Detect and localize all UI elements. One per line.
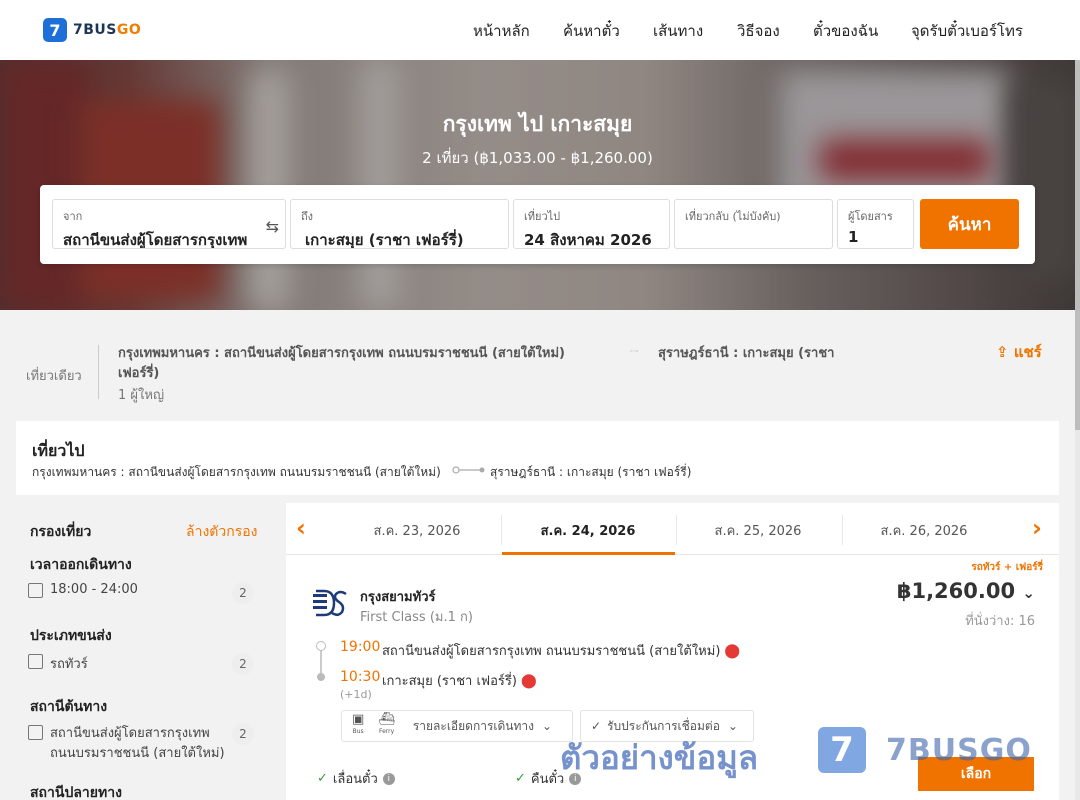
nav-how-to-book[interactable]: วิธีจอง bbox=[737, 19, 780, 43]
chevron-down-icon: ⌄ bbox=[542, 719, 553, 733]
depart-date-field[interactable]: เที่ยวไป 24 สิงหาคม 2026 bbox=[513, 199, 670, 249]
nav-my-tickets[interactable]: ตั๋วของฉัน bbox=[813, 19, 878, 43]
count-badge: 2 bbox=[232, 582, 254, 604]
date-tab[interactable]: ส.ค. 23, 2026 bbox=[332, 520, 502, 541]
chevron-down-icon: ⌄ bbox=[1022, 584, 1035, 602]
logo-mark: 7 bbox=[43, 18, 67, 42]
brand-logo[interactable]: 7 7BUSGO bbox=[43, 18, 141, 42]
outbound-header: เที่ยวไป กรุงเทพมหานคร : สถานีขนส่งผู้โด… bbox=[16, 421, 1059, 495]
trip-details-toggle[interactable]: ▣ Bus ⛴ Ferry รายละเอียดการเดินทาง ⌄ bbox=[341, 710, 573, 742]
chevron-left-icon[interactable]: ‹ bbox=[296, 514, 306, 542]
summary-destination-cont: เฟอร์รี่) bbox=[118, 366, 160, 381]
check-icon: ✓ bbox=[591, 719, 602, 733]
filter-title: กรองเที่ยว bbox=[30, 524, 92, 540]
date-selector: ‹ ส.ค. 23, 2026 ส.ค. 24, 2026 ส.ค. 25, 2… bbox=[286, 503, 1059, 555]
date-tab[interactable]: ส.ค. 25, 2026 bbox=[673, 520, 843, 541]
summary-destination: สุราษฎร์ธานี : เกาะสมุย (ราชา bbox=[658, 346, 835, 361]
share-icon: ⇪ bbox=[996, 343, 1009, 361]
info-icon[interactable]: i bbox=[569, 772, 582, 785]
search-form: จาก สถานีขนส่งผู้โดยสารกรุงเทพ ⇆ ถึง เกา… bbox=[40, 185, 1035, 264]
departure-time: 19:00 bbox=[340, 639, 381, 655]
filter-group-origin-station: สถานีต้นทาง bbox=[30, 699, 108, 715]
select-trip-button[interactable]: เลือก bbox=[918, 757, 1034, 791]
checkbox[interactable] bbox=[28, 725, 43, 740]
passenger-summary: 1 ผู้ใหญ่ bbox=[118, 388, 165, 403]
scrollbar-thumb[interactable] bbox=[1075, 30, 1080, 430]
checkbox[interactable] bbox=[28, 583, 43, 598]
filter-option-bus[interactable]: รถทัวร์ bbox=[28, 653, 88, 674]
checkbox[interactable] bbox=[28, 654, 43, 669]
operator-logo-icon bbox=[313, 589, 347, 617]
operator-name: กรุงสยามทัวร์ bbox=[360, 590, 436, 605]
check-icon: ✓ bbox=[317, 771, 328, 786]
map-pin-icon: ⬤ bbox=[724, 643, 741, 659]
seats-available: ที่นั่งว่าง: 16 bbox=[965, 614, 1035, 629]
date-tab[interactable]: ส.ค. 26, 2026 bbox=[839, 520, 1009, 541]
price-dropdown[interactable]: ฿1,260.00 ⌄ bbox=[897, 579, 1035, 603]
clear-filters-link[interactable]: ล้างตัวกรอง bbox=[186, 521, 257, 543]
count-badge: 2 bbox=[232, 653, 254, 675]
summary-origin: กรุงเทพมหานคร : สถานีขนส่งผู้โดยสารกรุงเ… bbox=[118, 346, 565, 361]
map-pin-icon: ⬤ bbox=[520, 673, 537, 689]
from-field[interactable]: จาก สถานีขนส่งผู้โดยสารกรุงเทพ ⇆ bbox=[52, 199, 286, 249]
bus-icon: ▣ Bus bbox=[352, 712, 365, 735]
top-header: 7 7BUSGO หน้าหลัก ค้นหาตั๋ว เส้นทาง วิธี… bbox=[0, 0, 1080, 60]
route-connector-icon bbox=[629, 350, 638, 352]
filter-option-time[interactable]: 18:00 - 24:00 bbox=[28, 582, 138, 598]
seat-class: First Class (ม.1 ก) bbox=[360, 610, 473, 625]
page-title: กรุงเทพ ไป เกาะสมุย bbox=[442, 112, 633, 136]
filter-group-destination-station: สถานีปลายทาง bbox=[30, 785, 122, 800]
info-icon[interactable]: i bbox=[382, 772, 395, 785]
next-day-label: (+1d) bbox=[340, 688, 372, 701]
check-icon: ✓ bbox=[515, 771, 526, 786]
count-badge: 2 bbox=[232, 723, 254, 745]
date-tab-active[interactable]: ส.ค. 24, 2026 bbox=[503, 520, 673, 541]
chevron-right-icon[interactable]: › bbox=[1032, 514, 1042, 542]
nav-home[interactable]: หน้าหลัก bbox=[473, 19, 530, 43]
transport-tag: รถทัวร์ + เฟอร์รี่ bbox=[971, 562, 1043, 573]
trip-summary: เที่ยวเดียว กรุงเทพมหานคร : สถานีขนส่งผู… bbox=[0, 310, 1075, 420]
nav-search-tickets[interactable]: ค้นหาตั๋ว bbox=[563, 19, 620, 43]
arrival-time: 10:30 bbox=[340, 669, 381, 685]
share-button[interactable]: ⇪ แชร์ bbox=[996, 340, 1042, 364]
to-field[interactable]: ถึง เกาะสมุย (ราชา เฟอร์รี่) bbox=[290, 199, 509, 249]
ferry-icon: ⛴ Ferry bbox=[378, 712, 395, 735]
swap-icon[interactable]: ⇆ bbox=[266, 217, 279, 236]
route-connector-icon bbox=[452, 466, 485, 474]
logo-text: 7BUSGO bbox=[73, 22, 142, 38]
feature-refund-ticket: ✓ คืนตั๋ว i bbox=[515, 768, 582, 789]
results-panel: ‹ ส.ค. 23, 2026 ส.ค. 24, 2026 ส.ค. 25, 2… bbox=[286, 503, 1059, 800]
outbound-origin: กรุงเทพมหานคร : สถานีขนส่งผู้โดยสารกรุงเ… bbox=[32, 465, 441, 479]
filter-option-origin[interactable]: สถานีขนส่งผู้โดยสารกรุงเทพ ถนนบรมราชชนนี … bbox=[28, 724, 225, 764]
nav-ticket-pickup[interactable]: จุดรับตั๋วเบอร์โทร bbox=[911, 19, 1023, 43]
feature-change-ticket: ✓ เลื่อนตั๋ว i bbox=[317, 768, 395, 789]
timeline-start-dot bbox=[316, 641, 326, 651]
arrival-place[interactable]: เกาะสมุย (ราชา เฟอร์รี่) ⬤ bbox=[382, 670, 537, 691]
return-date-field[interactable]: เที่ยวกลับ (ไม่บังคับ) bbox=[674, 199, 833, 249]
filter-group-departure-time: เวลาออกเดินทาง bbox=[30, 557, 132, 573]
departure-place[interactable]: สถานีขนส่งผู้โดยสารกรุงเทพ ถนนบรมราชชนนี… bbox=[382, 640, 740, 661]
connection-guarantee-toggle[interactable]: ✓ รับประกันการเชื่อมต่อ ⌄ bbox=[580, 710, 754, 742]
filter-sidebar: กรองเที่ยว ล้างตัวกรอง เวลาออกเดินทาง 18… bbox=[16, 505, 270, 800]
nav-routes[interactable]: เส้นทาง bbox=[653, 19, 703, 43]
outbound-destination: สุราษฎร์ธานี : เกาะสมุย (ราชา เฟอร์รี่) bbox=[490, 465, 692, 479]
search-button[interactable]: ค้นหา bbox=[920, 199, 1019, 249]
timeline-end-dot bbox=[317, 673, 325, 681]
chevron-down-icon: ⌄ bbox=[727, 719, 738, 733]
passenger-field[interactable]: ผู้โดยสาร 1 bbox=[837, 199, 914, 249]
divider bbox=[98, 345, 99, 399]
trip-result-card: รถทัวร์ + เฟอร์รี่ กรุงสยามทัวร์ First C… bbox=[286, 555, 1059, 800]
outbound-title: เที่ยวไป bbox=[32, 441, 85, 460]
trip-type-label: เที่ยวเดียว bbox=[26, 369, 82, 384]
filter-group-transport-type: ประเภทขนส่ง bbox=[30, 628, 112, 644]
trip-count-price-range: 2 เที่ยว (฿1,033.00 - ฿1,260.00) bbox=[422, 149, 653, 167]
